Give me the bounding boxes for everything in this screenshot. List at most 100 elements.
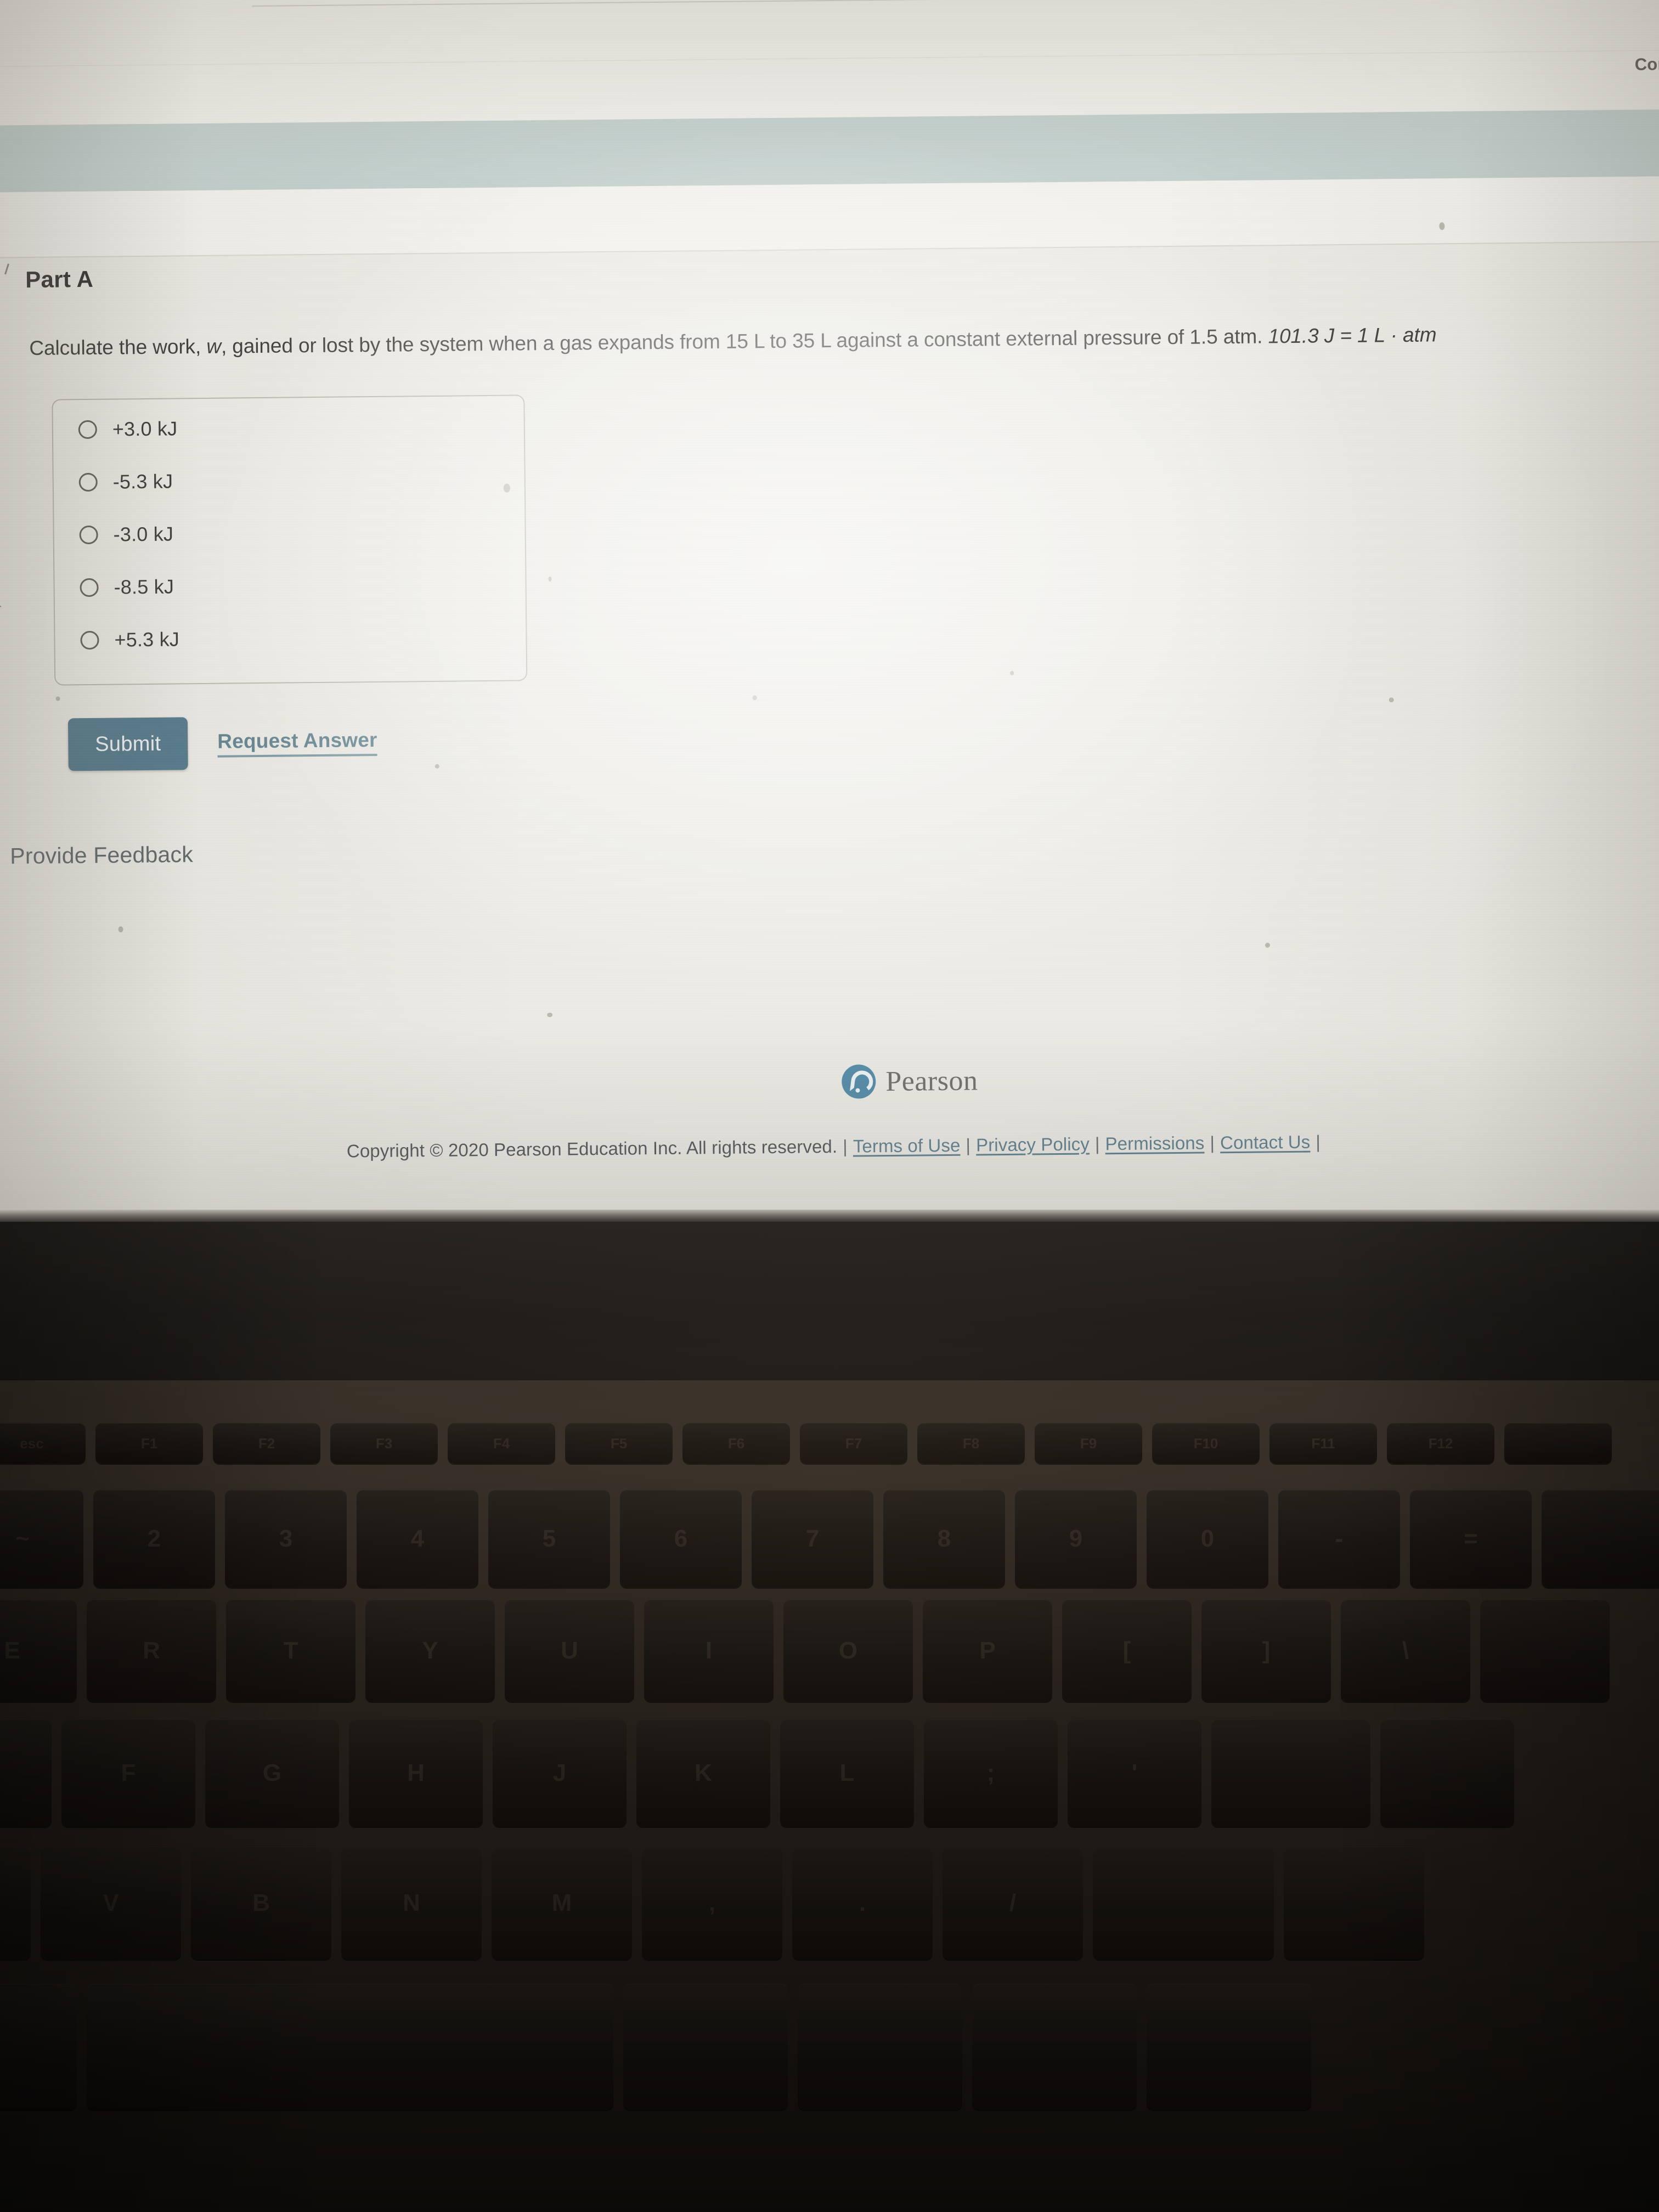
keyboard-key[interactable]: F6 [682, 1423, 790, 1464]
keyboard-key-arrow[interactable] [972, 1984, 1137, 2110]
radio-button-icon[interactable] [78, 420, 97, 439]
keyboard-function-row: esc F1 F2 F3 F4 F5 F6 F7 F8 F9 F10 F11 F… [0, 1423, 1612, 1464]
choice-option[interactable]: +3.0 kJ [78, 413, 178, 445]
keyboard-key[interactable]: F4 [448, 1423, 555, 1464]
keyboard-key-arrow[interactable] [1147, 1984, 1311, 2110]
keyboard-key[interactable]: G [205, 1719, 339, 1827]
keyboard-key[interactable]: ; [924, 1719, 1058, 1827]
keyboard-key[interactable] [1480, 1600, 1610, 1702]
keyboard-key[interactable]: ] [1201, 1600, 1331, 1702]
pearson-logo: Pearson [842, 1063, 978, 1099]
radio-button-icon[interactable] [78, 472, 98, 492]
keyboard-key[interactable]: F3 [330, 1423, 438, 1464]
keyboard-key[interactable]: = [1410, 1490, 1532, 1588]
laptop-screen: Con Part A Calculate the work, w, gained… [0, 0, 1659, 1216]
keyboard-key-shift[interactable] [1093, 1847, 1274, 1960]
radio-button-icon[interactable] [80, 630, 99, 650]
keyboard-key[interactable]: F8 [917, 1423, 1025, 1464]
keyboard-key[interactable]: P [923, 1600, 1052, 1702]
choice-label: -3.0 kJ [113, 522, 174, 546]
choice-option[interactable]: +5.3 kJ [80, 624, 179, 656]
keyboard-key[interactable]: I [644, 1600, 774, 1702]
keyboard-key[interactable]: O [783, 1600, 913, 1702]
choice-option[interactable]: -3.0 kJ [79, 519, 173, 551]
keyboard-key[interactable] [1504, 1423, 1612, 1464]
keyboard-top-letter-row: E R T Y U I O P [ ] \ [0, 1600, 1610, 1702]
keyboard-key[interactable]: - [1278, 1490, 1400, 1588]
keyboard-key[interactable]: Y [365, 1600, 495, 1702]
keyboard-key-return[interactable] [1211, 1719, 1370, 1827]
cut-off-header-label: Con [1634, 54, 1659, 74]
keyboard-key-command-right[interactable] [623, 1984, 788, 2110]
keyboard-key[interactable]: 9 [1015, 1490, 1137, 1588]
submit-button[interactable]: Submit [67, 717, 188, 771]
keyboard-key-command[interactable] [0, 1984, 77, 2110]
keyboard-key[interactable]: / [943, 1847, 1083, 1960]
keyboard-key[interactable]: 8 [883, 1490, 1005, 1588]
keyboard-key[interactable]: F5 [565, 1423, 673, 1464]
part-a-header[interactable]: Part A [0, 257, 529, 301]
provide-feedback-link[interactable]: Provide Feedback [10, 842, 193, 869]
dust-speck [1439, 222, 1445, 230]
contact-us-link[interactable]: Contact Us [1220, 1132, 1311, 1153]
keyboard-key[interactable]: ' [1068, 1719, 1201, 1827]
privacy-policy-link[interactable]: Privacy Policy [976, 1134, 1090, 1155]
keyboard-key[interactable]: M [492, 1847, 632, 1960]
keyboard-key[interactable]: T [226, 1600, 356, 1702]
keyboard-key[interactable]: ~ [0, 1490, 83, 1588]
keyboard-key[interactable]: C [0, 1847, 31, 1960]
keyboard-key[interactable] [1380, 1719, 1514, 1827]
stray-mark [4, 263, 9, 275]
request-answer-link[interactable]: Request Answer [217, 728, 377, 758]
keyboard-key[interactable]: 0 [1147, 1490, 1268, 1588]
keyboard-key[interactable]: 5 [488, 1490, 610, 1588]
keyboard-key[interactable]: R [87, 1600, 216, 1702]
choice-label: -8.5 kJ [114, 575, 174, 599]
keyboard-key[interactable]: E [0, 1600, 77, 1702]
keyboard-number-row: ~ 2 3 4 5 6 7 8 9 0 - = [0, 1490, 1659, 1588]
keyboard-key[interactable]: F9 [1035, 1423, 1142, 1464]
keyboard-key[interactable]: 2 [93, 1490, 215, 1588]
keyboard-key[interactable]: F10 [1152, 1423, 1260, 1464]
keyboard-key[interactable] [1542, 1490, 1659, 1588]
keyboard-key[interactable]: 3 [225, 1490, 347, 1588]
radio-button-icon[interactable] [79, 525, 98, 545]
keyboard-key[interactable]: 6 [620, 1490, 742, 1588]
keyboard-key[interactable]: H [349, 1719, 483, 1827]
dust-speck [1265, 943, 1271, 948]
keyboard-key[interactable] [1284, 1847, 1424, 1960]
keyboard-key[interactable]: F2 [213, 1423, 320, 1464]
choice-label: +5.3 kJ [114, 628, 180, 651]
keyboard-key[interactable]: V [41, 1847, 181, 1960]
dust-speck [1010, 670, 1014, 675]
keyboard-key[interactable]: , [642, 1847, 782, 1960]
question-variable: w [206, 335, 222, 358]
keyboard-key[interactable]: \ [1341, 1600, 1470, 1702]
choice-option[interactable]: -8.5 kJ [80, 571, 174, 603]
permissions-link[interactable]: Permissions [1105, 1133, 1204, 1154]
keyboard-key[interactable]: 7 [752, 1490, 873, 1588]
radio-button-icon[interactable] [80, 578, 99, 597]
keyboard-key[interactable]: D [0, 1719, 52, 1827]
keyboard-key[interactable]: F12 [1387, 1423, 1494, 1464]
keyboard-key[interactable]: F7 [800, 1423, 907, 1464]
keyboard-key[interactable]: 4 [357, 1490, 478, 1588]
keyboard-key[interactable]: esc [0, 1423, 86, 1464]
keyboard-key[interactable]: F1 [95, 1423, 203, 1464]
terms-of-use-link[interactable]: Terms of Use [853, 1135, 961, 1156]
keyboard-key[interactable]: J [493, 1719, 627, 1827]
keyboard-key[interactable]: F11 [1269, 1423, 1377, 1464]
keyboard-key[interactable]: N [341, 1847, 482, 1960]
keyboard-key[interactable]: [ [1062, 1600, 1192, 1702]
keyboard-key-option-right[interactable] [798, 1984, 962, 2110]
keyboard-key[interactable]: L [780, 1719, 914, 1827]
keyboard-key[interactable]: B [191, 1847, 331, 1960]
keyboard-key[interactable]: . [792, 1847, 933, 1960]
keyboard-key[interactable]: K [636, 1719, 770, 1827]
keyboard-key[interactable]: U [505, 1600, 634, 1702]
pearson-wordmark: Pearson [885, 1064, 978, 1097]
choice-option[interactable]: -5.3 kJ [78, 466, 173, 498]
keyboard-key[interactable]: F [61, 1719, 195, 1827]
keyboard-home-row: D F G H J K L ; ' [0, 1719, 1514, 1827]
keyboard-key-spacebar[interactable] [87, 1984, 613, 2110]
